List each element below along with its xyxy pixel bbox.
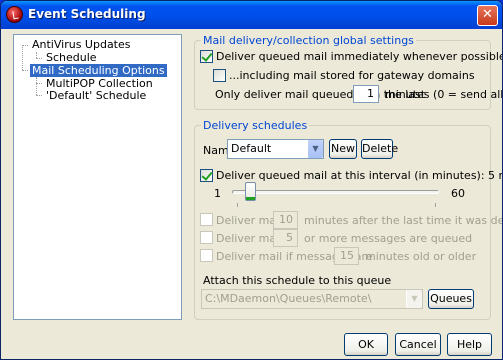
attach-queue-label: Attach this schedule to this queue bbox=[203, 274, 392, 287]
close-icon: ✕ bbox=[482, 7, 493, 22]
interval-slider-thumb[interactable] bbox=[245, 182, 256, 201]
deliver-after-last-input[interactable]: 10 bbox=[273, 211, 298, 229]
tree-item-default-schedule[interactable]: 'Default' Schedule bbox=[44, 89, 148, 102]
slider-max-label: 60 bbox=[451, 187, 465, 200]
chevron-down-icon[interactable]: ▼ bbox=[307, 140, 323, 158]
deliver-if-older-input[interactable]: 15 bbox=[334, 247, 359, 265]
queue-path-value: C:\MDaemon\Queues\Remote\ bbox=[205, 292, 372, 305]
ok-button[interactable]: OK bbox=[344, 333, 388, 356]
new-schedule-button[interactable]: New bbox=[329, 139, 357, 159]
event-scheduling-window: Event Scheduling ✕ AntiVirus Updates Sch… bbox=[0, 0, 503, 360]
deliver-after-last-suffix: minutes after the last time it was deliv… bbox=[304, 214, 503, 227]
deliver-if-older-checkbox[interactable] bbox=[200, 249, 213, 262]
tree-connector bbox=[22, 45, 28, 46]
event-scheduling-icon bbox=[6, 6, 23, 23]
delivery-schedules-legend: Delivery schedules bbox=[201, 119, 310, 132]
include-gateway-checkbox[interactable] bbox=[213, 69, 226, 82]
tree-item-schedule[interactable]: Schedule bbox=[44, 51, 99, 64]
deliver-immediately-checkbox[interactable] bbox=[200, 50, 213, 63]
global-settings-legend: Mail delivery/collection global settings bbox=[201, 34, 416, 47]
only-deliver-minutes-input[interactable]: 1 bbox=[353, 85, 379, 103]
window-title: Event Scheduling bbox=[28, 7, 146, 21]
chevron-down-icon[interactable]: ▼ bbox=[406, 290, 422, 308]
tree-connector bbox=[36, 83, 42, 84]
deliver-after-last-checkbox[interactable] bbox=[200, 213, 213, 226]
cancel-button[interactable]: Cancel bbox=[395, 333, 441, 356]
deliver-interval-checkbox[interactable] bbox=[200, 169, 213, 182]
schedule-name-select[interactable]: Default ▼ bbox=[227, 139, 324, 159]
deliver-if-more-suffix: or more messages are queued bbox=[304, 232, 473, 245]
deliver-if-older-suffix: minutes old or older bbox=[365, 250, 477, 263]
deliver-immediately-label: Deliver queued mail immediately whenever… bbox=[216, 50, 503, 63]
include-gateway-label: ...including mail stored for gateway dom… bbox=[229, 69, 475, 82]
deliver-if-more-input[interactable]: 5 bbox=[273, 229, 298, 247]
queue-path-select[interactable]: C:\MDaemon\Queues\Remote\ ▼ bbox=[201, 289, 423, 309]
tree-connector bbox=[36, 58, 42, 59]
tree-connector bbox=[22, 70, 28, 71]
tree-connector bbox=[36, 77, 37, 95]
tree-item-antivirus-updates[interactable]: AntiVirus Updates bbox=[30, 38, 133, 51]
help-button[interactable]: Help bbox=[447, 333, 492, 356]
slider-min-label: 1 bbox=[214, 187, 221, 200]
slider-tick bbox=[435, 203, 436, 207]
options-tree: AntiVirus Updates Schedule Mail Scheduli… bbox=[13, 34, 182, 320]
queues-button[interactable]: Queues bbox=[428, 289, 474, 309]
deliver-if-more-checkbox[interactable] bbox=[200, 231, 213, 244]
only-deliver-suffix: minutes (0 = send all) bbox=[385, 88, 503, 101]
tree-item-mail-scheduling-options[interactable]: Mail Scheduling Options bbox=[30, 64, 167, 77]
deliver-interval-label: Deliver queued mail at this interval (in… bbox=[216, 169, 502, 182]
tree-connector bbox=[36, 95, 42, 96]
tree-connector bbox=[22, 45, 23, 70]
slider-tick bbox=[237, 203, 238, 207]
interval-slider-track[interactable] bbox=[232, 190, 439, 194]
title-bar[interactable]: Event Scheduling ✕ bbox=[1, 1, 502, 29]
delete-schedule-button[interactable]: Delete bbox=[361, 139, 398, 159]
close-button[interactable]: ✕ bbox=[477, 5, 498, 26]
schedule-name-value: Default bbox=[231, 142, 272, 155]
